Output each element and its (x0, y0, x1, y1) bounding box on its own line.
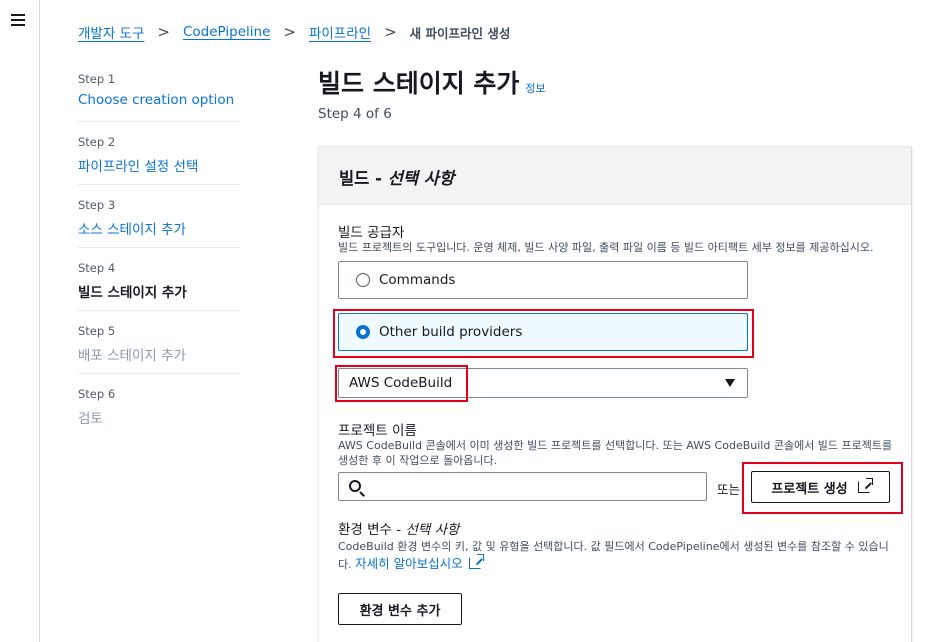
step-divider (78, 373, 240, 374)
radio-unchecked-icon[interactable] (356, 273, 370, 287)
env-vars-description: CodeBuild 환경 변수의 키, 값 및 유형을 선택합니다. 값 필드에… (338, 538, 890, 573)
step-link-add-source-stage[interactable]: 소스 스테이지 추가 (78, 218, 240, 238)
page-title: 빌드 스테이지 추가 정보 (318, 64, 546, 100)
panel-title-optional: 선택 사항 (387, 169, 455, 188)
search-icon (349, 480, 361, 492)
add-env-var-button[interactable]: 환경 변수 추가 (338, 593, 462, 625)
env-vars-label: 환경 변수 - 선택 사항 (338, 518, 459, 538)
breadcrumb-codepipeline[interactable]: CodePipeline (183, 24, 270, 40)
radio-checked-icon[interactable] (356, 325, 370, 339)
step-link-pipeline-settings[interactable]: 파이프라인 설정 선택 (78, 155, 240, 175)
radio-option-label: Other build providers (379, 324, 523, 340)
wizard-step-6: Step 6 검토 (78, 387, 240, 450)
wizard-step-3: Step 3 소스 스테이지 추가 (78, 198, 240, 261)
panel-header: 빌드 - 선택 사항 (319, 147, 911, 205)
step-divider (78, 310, 240, 311)
learn-more-link[interactable]: 자세히 알아보십시오 (355, 556, 462, 571)
or-text: 또는 (717, 482, 741, 497)
wizard-step-2: Step 2 파이프라인 설정 선택 (78, 135, 240, 198)
step-current-add-build-stage: 빌드 스테이지 추가 (78, 285, 187, 301)
breadcrumb-separator-icon: > (157, 23, 170, 41)
breadcrumb-separator-icon: > (384, 23, 397, 41)
select-value: AWS CodeBuild (349, 375, 453, 391)
build-provider-description: 빌드 프로젝트의 도구입니다. 운영 체제, 빌드 사양 파일, 출력 파일 이… (338, 241, 874, 254)
project-name-label: 프로젝트 이름 (338, 423, 417, 439)
side-navigation-rail (0, 0, 40, 642)
create-project-label: 프로젝트 생성 (771, 481, 848, 497)
env-vars-label-optional: 선택 사항 (405, 522, 460, 538)
radio-option-label: Commands (379, 272, 456, 288)
breadcrumb-current: 새 파이프라인 생성 (409, 25, 511, 41)
step-number: Step 2 (78, 135, 116, 149)
create-project-button[interactable]: 프로젝트 생성 (751, 471, 890, 503)
env-vars-label-text: 환경 변수 - (338, 522, 406, 538)
wizard-steps: Step 1 Choose creation option Step 2 파이프… (78, 72, 240, 450)
caret-down-icon (725, 379, 735, 387)
breadcrumb-developer-tools[interactable]: 개발자 도구 (78, 22, 144, 42)
step-link-choose-creation-option[interactable]: Choose creation option (78, 92, 240, 108)
step-divider (78, 121, 240, 122)
step-count: Step 4 of 6 (318, 106, 392, 122)
build-provider-select[interactable]: AWS CodeBuild (338, 368, 748, 398)
radio-option-other-build-providers[interactable]: Other build providers (338, 313, 748, 351)
wizard-step-1: Step 1 Choose creation option (78, 72, 240, 135)
page-title-text: 빌드 스테이지 추가 (318, 69, 520, 98)
panel-title: 빌드 - (339, 169, 388, 188)
breadcrumb: 개발자 도구 > CodePipeline > 파이프라인 > 새 파이프라인 … (78, 22, 510, 42)
step-number: Step 5 (78, 324, 116, 338)
wizard-step-4: Step 4 빌드 스테이지 추가 (78, 261, 240, 324)
step-divider (78, 247, 240, 248)
wizard-step-5: Step 5 배포 스테이지 추가 (78, 324, 240, 387)
step-number: Step 6 (78, 387, 116, 401)
info-link[interactable]: 정보 (525, 82, 545, 95)
step-divider (78, 184, 240, 185)
breadcrumb-pipelines[interactable]: 파이프라인 (309, 22, 371, 42)
build-provider-label: 빌드 공급자 (338, 225, 405, 241)
external-link-icon (468, 554, 484, 569)
project-name-description: AWS CodeBuild 콘솔에서 이미 생성한 빌드 프로젝트를 선택합니다… (338, 439, 893, 467)
project-search-input[interactable] (338, 472, 707, 501)
hamburger-menu-icon[interactable] (11, 14, 25, 26)
step-number: Step 4 (78, 261, 116, 275)
step-add-deploy-stage: 배포 스테이지 추가 (78, 348, 186, 364)
step-number: Step 1 (78, 72, 116, 86)
external-link-icon (857, 478, 873, 493)
step-review: 검토 (78, 411, 103, 427)
radio-option-commands[interactable]: Commands (338, 261, 748, 299)
step-number: Step 3 (78, 198, 116, 212)
breadcrumb-separator-icon: > (283, 23, 296, 41)
